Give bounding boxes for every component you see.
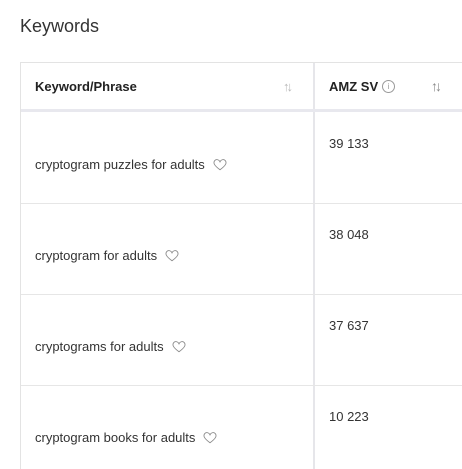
keyword-text: cryptogram for adults xyxy=(35,248,158,263)
amz-sv-value: 39 133 xyxy=(329,136,369,151)
amz-sv-value: 10 223 xyxy=(329,409,369,424)
keyword-cell: cryptogram books for adults xyxy=(35,430,217,445)
heart-icon[interactable] xyxy=(165,249,179,262)
column-header-amz-sv-label: AMZ SV xyxy=(329,78,379,94)
page-title: Keywords xyxy=(20,16,100,36)
keyword-cell: cryptograms for adults xyxy=(35,339,186,354)
column-header-keyword-label: Keyword/Phrase xyxy=(35,78,137,94)
column-header-amz-sv[interactable]: AMZ SV i xyxy=(329,63,462,109)
heart-icon[interactable] xyxy=(172,340,186,353)
heart-icon[interactable] xyxy=(203,431,217,444)
sort-arrows-icon[interactable]: ↑↓ xyxy=(431,78,442,94)
keyword-text: cryptograms for adults xyxy=(35,339,164,354)
table-row: cryptogram books for adults 10 223 xyxy=(21,385,462,469)
column-header-keyword[interactable]: Keyword/Phrase xyxy=(35,63,305,109)
keywords-table: Keyword/Phrase ↑↓ AMZ SV i ↑↓ cryptogram… xyxy=(20,62,462,469)
keyword-cell: cryptogram puzzles for adults xyxy=(35,157,227,172)
keyword-text: cryptogram puzzles for adults xyxy=(35,157,205,172)
table-row: cryptograms for adults 37 637 xyxy=(21,294,462,386)
amz-sv-value: 37 637 xyxy=(329,318,369,333)
keyword-text: cryptogram books for adults xyxy=(35,430,196,445)
table-row: cryptogram for adults 38 048 xyxy=(21,203,462,295)
table-row: cryptogram puzzles for adults 39 133 xyxy=(21,112,462,204)
table-header: Keyword/Phrase ↑↓ AMZ SV i ↑↓ xyxy=(21,63,462,112)
amz-sv-value: 38 048 xyxy=(329,227,369,242)
keyword-cell: cryptogram for adults xyxy=(35,248,179,263)
heart-icon[interactable] xyxy=(213,158,227,171)
info-icon[interactable]: i xyxy=(382,79,396,93)
sort-arrows-icon[interactable]: ↑↓ xyxy=(283,79,293,94)
keywords-page: Keywords Keyword/Phrase ↑↓ AMZ SV i ↑↓ c… xyxy=(0,0,462,469)
